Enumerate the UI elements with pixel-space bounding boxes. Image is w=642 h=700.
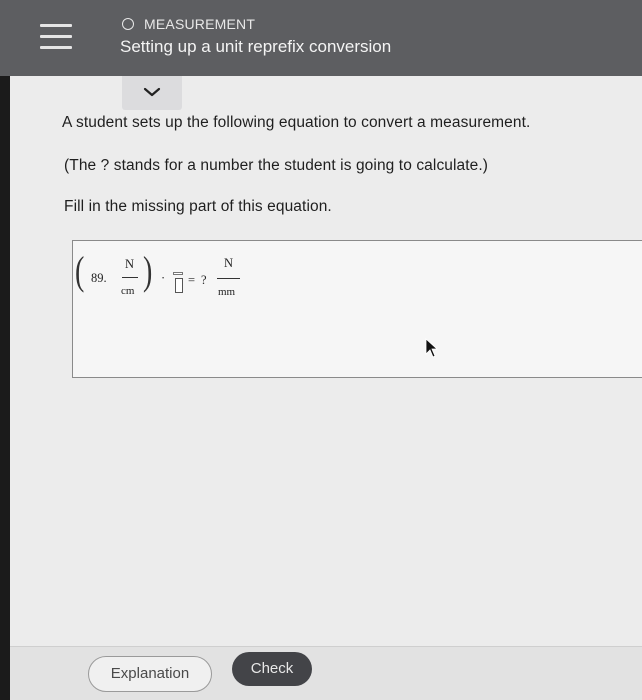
question-panel: A student sets up the following equation… bbox=[10, 76, 642, 646]
left-fraction-bar bbox=[122, 277, 138, 278]
answer-box: ( 89. N cm ) · = ? N mm bbox=[72, 240, 642, 378]
question-line-1: A student sets up the following equation… bbox=[62, 114, 531, 131]
left-numerator: N bbox=[125, 257, 135, 271]
footer-bar: Explanation Check bbox=[10, 646, 642, 700]
unit-slot-top[interactable] bbox=[173, 272, 183, 277]
explanation-button[interactable]: Explanation bbox=[88, 656, 212, 692]
left-denominator: cm bbox=[121, 285, 135, 297]
topic-label: MEASUREMENT bbox=[144, 16, 256, 32]
topic-row: MEASUREMENT bbox=[122, 14, 255, 34]
multiply-dot: · bbox=[161, 271, 166, 285]
menu-icon[interactable] bbox=[40, 24, 72, 50]
chevron-down-icon bbox=[143, 87, 161, 97]
mouse-pointer-icon bbox=[425, 338, 439, 365]
left-paren: ( bbox=[74, 248, 85, 293]
coefficient: 89. bbox=[91, 271, 107, 285]
check-button[interactable]: Check bbox=[232, 652, 312, 686]
equation: ( 89. N cm ) · = ? N mm bbox=[73, 241, 273, 321]
question-line-2: (The ? stands for a number the student i… bbox=[64, 157, 489, 174]
right-fraction-bar bbox=[217, 278, 240, 279]
screen: MEASUREMENT Setting up a unit reprefix c… bbox=[0, 0, 642, 700]
equals-sign: = bbox=[188, 273, 196, 287]
right-numerator: N bbox=[224, 256, 234, 270]
top-bar: MEASUREMENT Setting up a unit reprefix c… bbox=[0, 0, 642, 76]
unknown-value: ? bbox=[201, 273, 207, 287]
collapse-toggle[interactable] bbox=[122, 76, 182, 110]
unit-input[interactable] bbox=[175, 278, 183, 293]
lesson-title: Setting up a unit reprefix conversion bbox=[120, 37, 392, 56]
question-line-3: Fill in the missing part of this equatio… bbox=[64, 198, 332, 215]
right-denominator: mm bbox=[218, 286, 236, 298]
right-paren: ) bbox=[142, 248, 153, 293]
topic-circle-icon bbox=[122, 18, 134, 30]
